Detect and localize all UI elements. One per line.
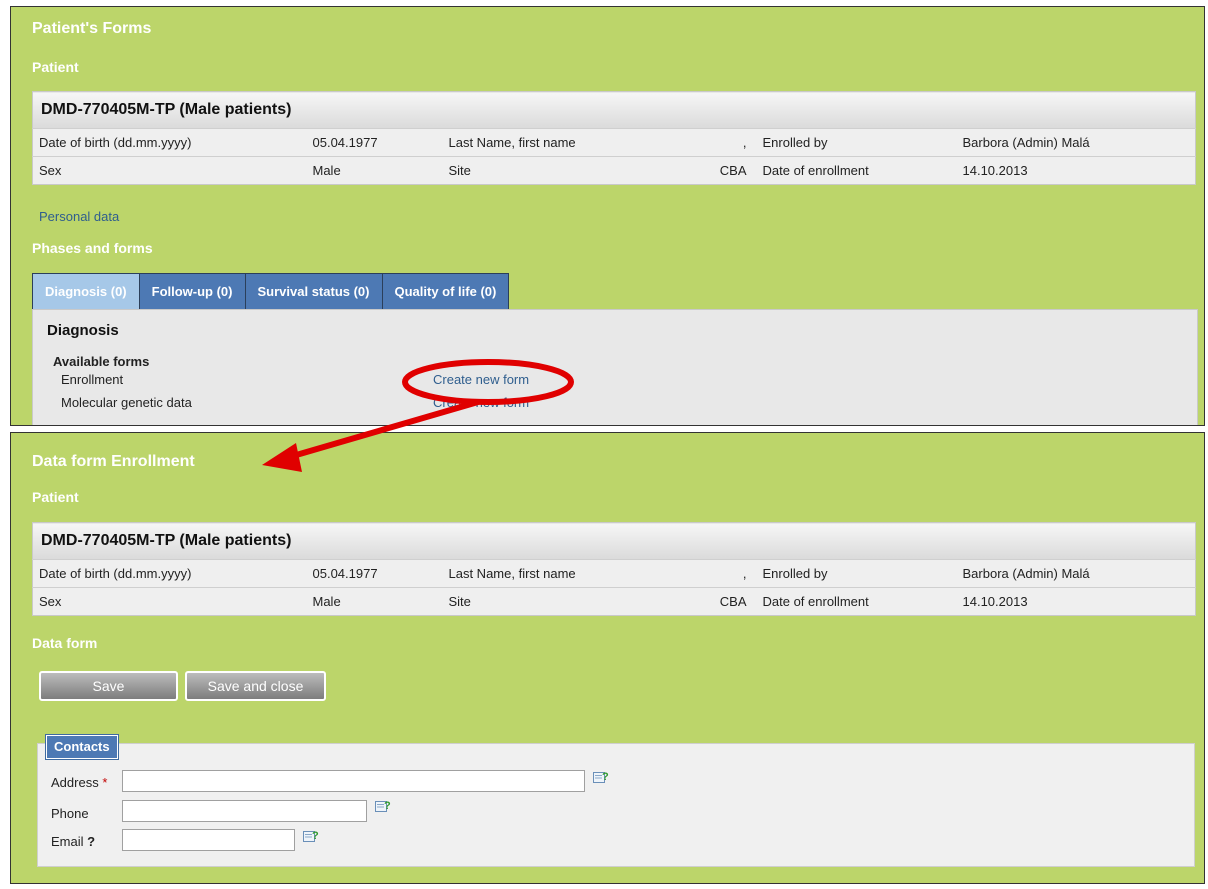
- name-value: ,: [696, 128, 757, 157]
- site-value: CBA: [696, 156, 757, 185]
- data-form-section-title: Data form: [32, 635, 98, 651]
- create-enrollment-form-link[interactable]: Create new form: [433, 372, 529, 387]
- sex-label: Sex: [32, 587, 305, 616]
- enrollment-date-value: 14.10.2013: [956, 587, 1196, 616]
- table-row: Sex Male Site CBA Date of enrollment 14.…: [32, 587, 1196, 616]
- site-label: Site: [442, 587, 697, 616]
- dob-value: 05.04.1977: [304, 128, 443, 157]
- address-label-text: Address: [51, 775, 99, 790]
- email-help-icon[interactable]: ?: [87, 834, 95, 849]
- form-help-icon[interactable]: ?: [375, 799, 391, 813]
- svg-text:?: ?: [384, 800, 391, 812]
- table-row: Date of birth (dd.mm.yyyy) 05.04.1977 La…: [32, 559, 1196, 588]
- email-label: Email ?: [51, 834, 95, 849]
- email-label-text: Email: [51, 834, 84, 849]
- enrolled-by-value: Barbora (Admin) Malá: [956, 559, 1196, 588]
- form-name-molecular: Molecular genetic data: [61, 395, 192, 410]
- patient-header: DMD-770405M-TP (Male patients): [32, 522, 1196, 560]
- enrollment-date-label: Date of enrollment: [756, 156, 957, 185]
- form-help-icon[interactable]: ?: [593, 770, 609, 784]
- address-input[interactable]: [122, 770, 585, 792]
- save-button[interactable]: Save: [39, 671, 178, 701]
- sex-label: Sex: [32, 156, 305, 185]
- save-and-close-button[interactable]: Save and close: [185, 671, 326, 701]
- tab-follow-up[interactable]: Follow-up (0): [139, 274, 246, 310]
- sex-value: Male: [304, 156, 443, 185]
- phases-title: Phases and forms: [32, 240, 153, 256]
- patient-info-table-2: DMD-770405M-TP (Male patients) Date of b…: [32, 522, 1196, 616]
- dob-value: 05.04.1977: [304, 559, 443, 588]
- name-label: Last Name, first name: [442, 128, 697, 157]
- available-forms-label: Available forms: [53, 354, 150, 369]
- tab-survival-status[interactable]: Survival status (0): [245, 274, 383, 310]
- page-title: Patient's Forms: [32, 20, 152, 37]
- sex-value: Male: [304, 587, 443, 616]
- personal-data-link[interactable]: Personal data: [39, 209, 119, 224]
- email-input[interactable]: [122, 829, 295, 851]
- patient-section-title-2: Patient: [32, 489, 79, 505]
- address-label: Address *: [51, 775, 107, 790]
- data-form-title: Data form Enrollment: [32, 453, 195, 470]
- phase-tabs: Diagnosis (0) Follow-up (0) Survival sta…: [32, 273, 510, 310]
- enrollment-date-value: 14.10.2013: [956, 156, 1196, 185]
- name-value: ,: [696, 559, 757, 588]
- enrollment-date-label: Date of enrollment: [756, 587, 957, 616]
- diagnosis-heading: Diagnosis: [47, 322, 119, 339]
- table-row: Sex Male Site CBA Date of enrollment 14.…: [32, 156, 1196, 185]
- phone-input[interactable]: [122, 800, 367, 822]
- site-value: CBA: [696, 587, 757, 616]
- tab-diagnosis[interactable]: Diagnosis (0): [33, 274, 140, 310]
- data-form-panel: Data form Enrollment Patient DMD-770405M…: [10, 432, 1205, 884]
- form-help-icon[interactable]: ?: [303, 829, 319, 843]
- required-marker: *: [102, 775, 108, 790]
- svg-text:?: ?: [312, 830, 319, 842]
- table-row: Date of birth (dd.mm.yyyy) 05.04.1977 La…: [32, 128, 1196, 157]
- create-molecular-form-link[interactable]: Create new form: [433, 395, 529, 410]
- site-label: Site: [442, 156, 697, 185]
- enrolled-by-value: Barbora (Admin) Malá: [956, 128, 1196, 157]
- dob-label: Date of birth (dd.mm.yyyy): [32, 559, 305, 588]
- enrolled-by-label: Enrolled by: [756, 128, 957, 157]
- dob-label: Date of birth (dd.mm.yyyy): [32, 128, 305, 157]
- name-label: Last Name, first name: [442, 559, 697, 588]
- patient-info-table: DMD-770405M-TP (Male patients) Date of b…: [32, 91, 1196, 185]
- contacts-legend: Contacts: [45, 734, 119, 760]
- patient-header: DMD-770405M-TP (Male patients): [32, 91, 1196, 129]
- tab-quality-of-life[interactable]: Quality of life (0): [382, 274, 509, 310]
- svg-text:?: ?: [602, 771, 609, 783]
- patient-section-title: Patient: [32, 59, 79, 75]
- form-name-enrollment: Enrollment: [61, 372, 124, 387]
- patients-forms-panel: Patient's Forms Patient DMD-770405M-TP (…: [10, 6, 1205, 426]
- enrolled-by-label: Enrolled by: [756, 559, 957, 588]
- diagnosis-tab-panel: Diagnosis Available forms Enrollment Cre…: [32, 309, 1198, 425]
- phone-label: Phone: [51, 806, 89, 821]
